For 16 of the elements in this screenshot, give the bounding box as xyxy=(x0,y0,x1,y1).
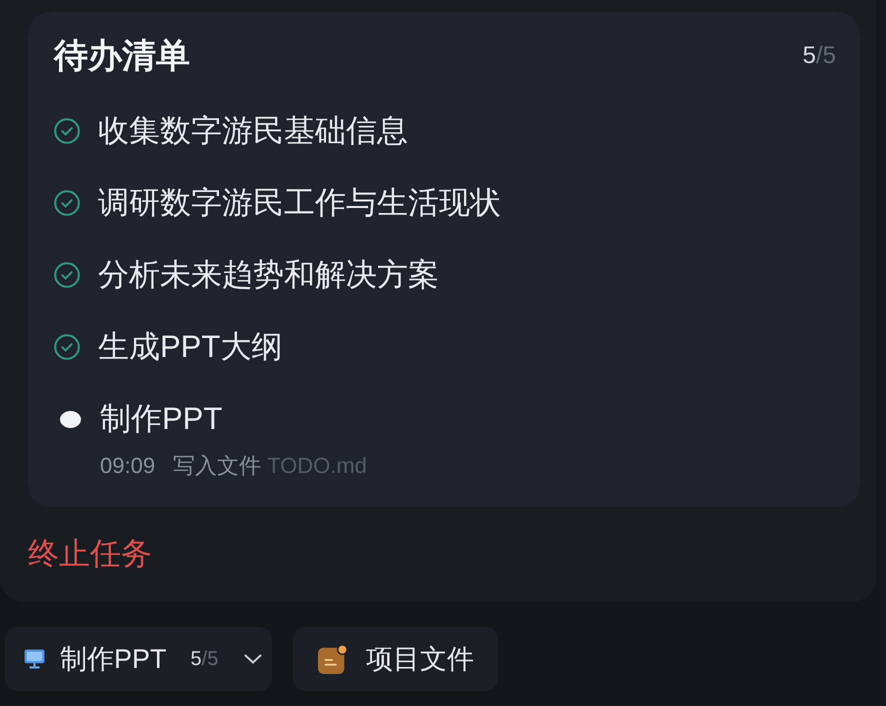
progress-count: 5/5 xyxy=(802,41,836,71)
todo-item-text: 分析未来趋势和解决方案 xyxy=(98,256,439,294)
todo-title: 待办清单 xyxy=(54,36,190,77)
file-name: TODO.md xyxy=(267,452,367,480)
chevron-down-icon xyxy=(244,654,262,664)
document-icon xyxy=(318,644,348,674)
todo-item-text: 收集数字游民基础信息 xyxy=(98,112,408,150)
step-action: 写入文件 xyxy=(173,452,262,480)
stop-task-link[interactable]: 终止任务 xyxy=(28,534,152,574)
project-files-button[interactable]: 项目文件 xyxy=(293,627,498,691)
todo-item-text: 调研数字游民工作与生活现状 xyxy=(98,184,501,222)
todo-item-text: 制作PPT xyxy=(100,400,222,438)
monitor-icon xyxy=(24,649,45,669)
task-button[interactable]: 制作PPT 5/5 xyxy=(5,627,272,691)
step-time: 09:09 xyxy=(100,452,156,480)
todo-item-text: 生成PPT大纲 xyxy=(98,328,282,366)
